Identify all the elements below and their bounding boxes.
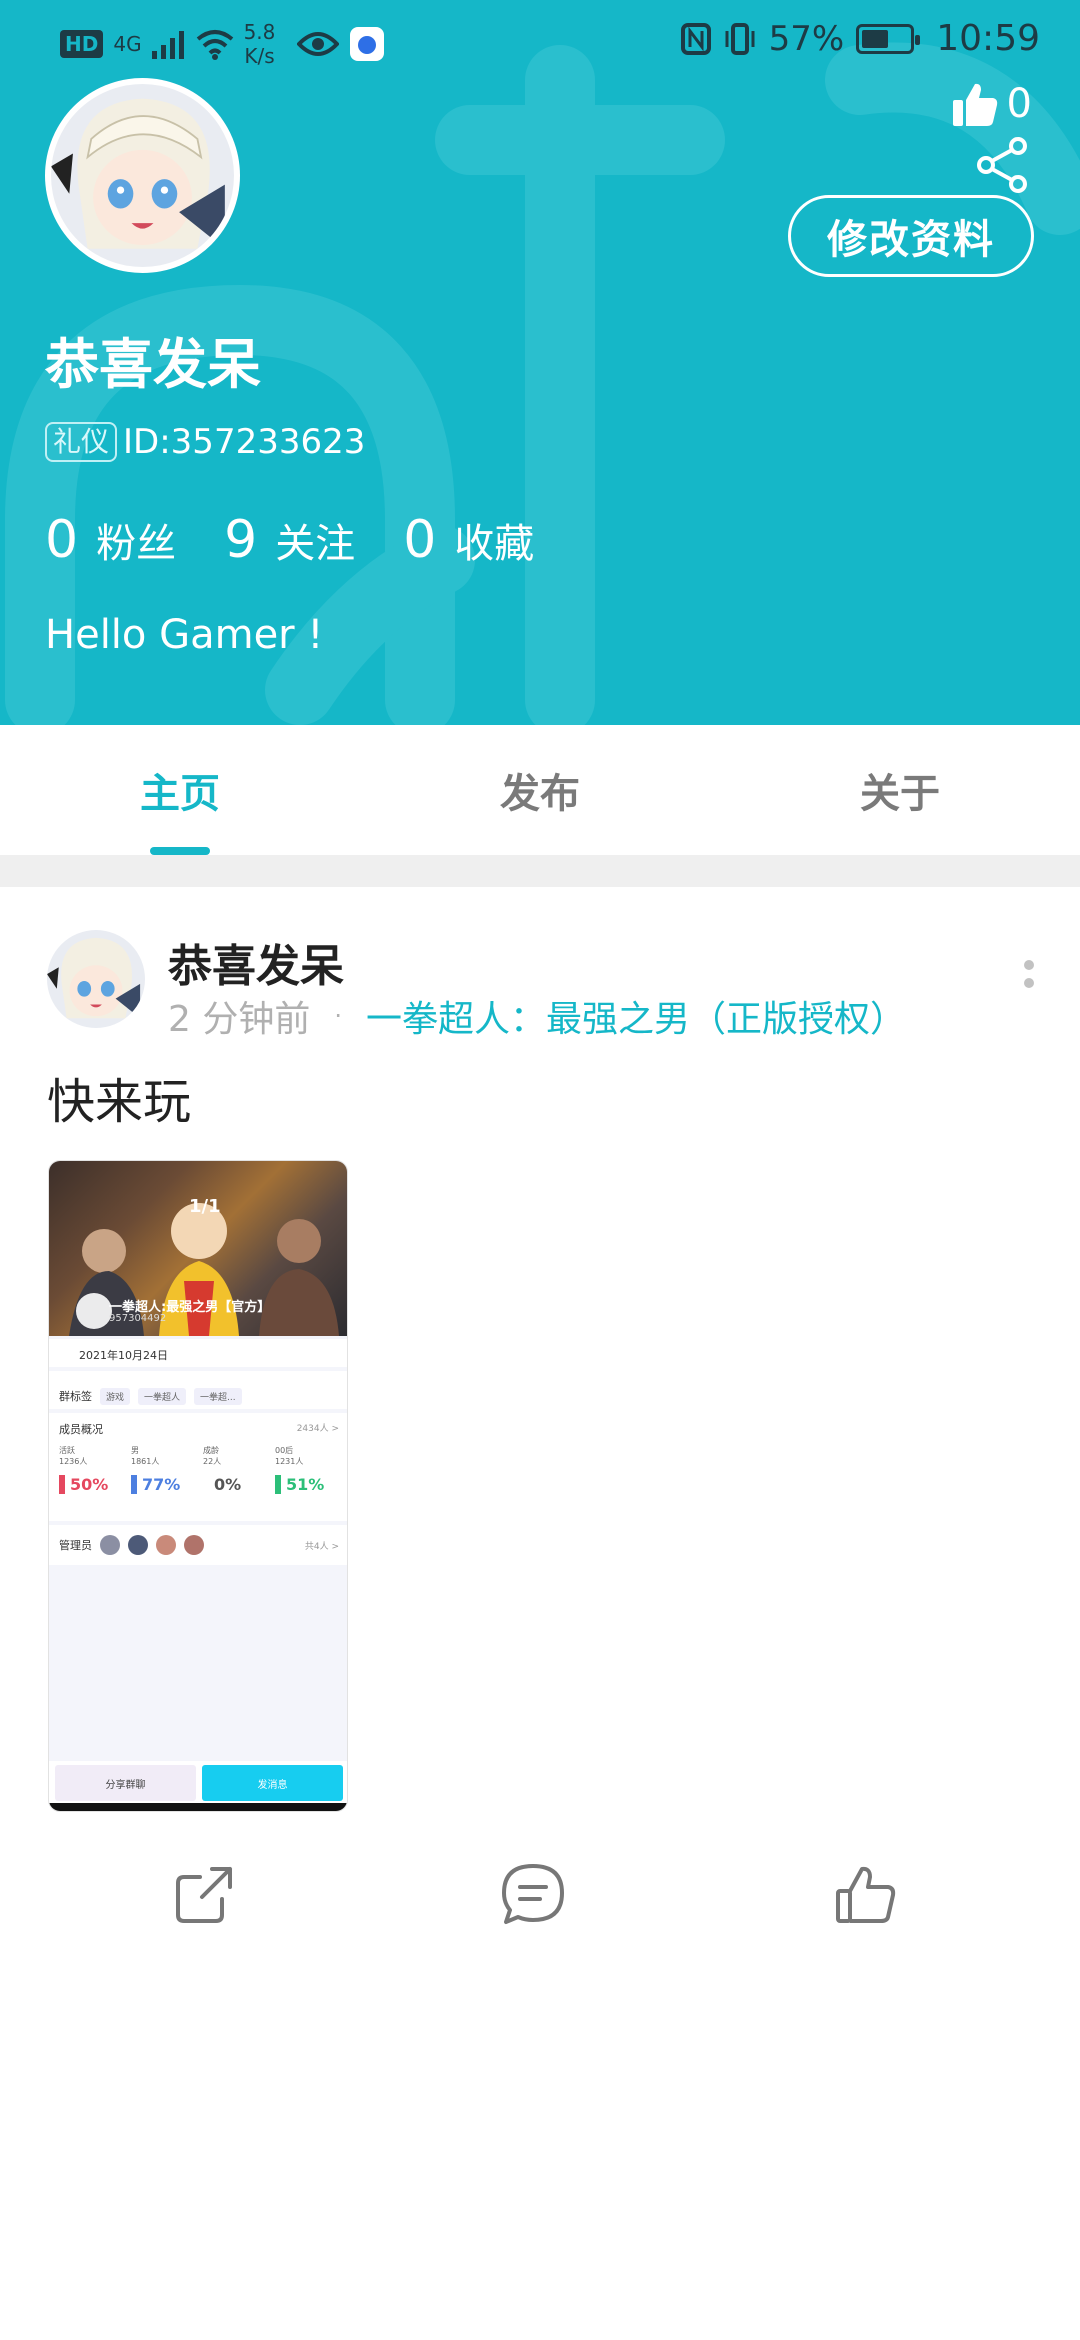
like-post-button[interactable] xyxy=(826,1855,906,1935)
tab-home[interactable]: 主页 xyxy=(0,725,360,855)
more-options-button[interactable] xyxy=(1024,960,1034,988)
member-stat: 男 1861人 77% xyxy=(131,1445,195,1494)
signal-icon xyxy=(151,31,184,59)
thumbnail-tags-row: 群标签 游戏 一拳超人 一拳超... xyxy=(49,1371,347,1409)
thumbnail-admins-row: 管理员 共4人 > xyxy=(49,1525,347,1565)
anime-avatar-image xyxy=(51,84,234,267)
profile-stats: 0 粉丝 9 关注 0 收藏 xyxy=(45,510,534,570)
stat-favorites[interactable]: 0 收藏 xyxy=(403,510,534,570)
more-dot-icon xyxy=(1024,978,1034,988)
eye-icon xyxy=(297,32,340,56)
battery-icon xyxy=(856,23,921,54)
vibrate-icon xyxy=(725,22,755,55)
thumbnail-bottom-buttons: 分享群聊 发消息 xyxy=(49,1761,347,1805)
title-badge[interactable]: 礼仪 xyxy=(45,422,118,462)
status-bar: HD 4G 5.8 K/s 57% 10:59 xyxy=(0,0,1080,80)
post-author-name[interactable]: 恭喜发呆 xyxy=(168,930,344,994)
app-notification-icon xyxy=(350,27,385,61)
post-time: 2 分钟前 xyxy=(168,999,311,1040)
hd-indicator: HD xyxy=(60,30,104,58)
wifi-icon xyxy=(196,30,233,60)
thumbnail-page-indicator: 1/1 xyxy=(189,1196,221,1217)
post-game-link[interactable]: 一拳超人：最强之男（正版授权） xyxy=(366,990,906,1042)
share-button[interactable] xyxy=(974,136,1030,198)
likes-count: 0 xyxy=(1006,81,1032,127)
thumbnail-banner: 1/1 一拳超人:最强之男【官方】 957304492 xyxy=(49,1161,347,1336)
admin-avatar xyxy=(100,1535,120,1555)
post-image-thumbnail[interactable]: 1/1 一拳超人:最强之男【官方】 957304492 2021年10月24日 … xyxy=(48,1160,348,1812)
admin-avatar xyxy=(156,1535,176,1555)
member-stat: 成龄 22人 0% xyxy=(203,1445,267,1494)
thumbnail-date-row: 2021年10月24日 xyxy=(49,1339,347,1367)
clock: 10:59 xyxy=(936,18,1040,59)
nfc-icon xyxy=(680,22,711,55)
meta-separator: · xyxy=(334,1002,342,1030)
comment-icon xyxy=(502,1864,564,1924)
profile-avatar[interactable] xyxy=(45,78,240,273)
profile-likes[interactable]: 0 xyxy=(951,80,1032,128)
tab-posts[interactable]: 发布 xyxy=(360,725,720,855)
tab-active-indicator xyxy=(150,847,210,855)
stat-following[interactable]: 9 关注 xyxy=(224,510,355,570)
admin-avatar xyxy=(128,1535,148,1555)
post-author-avatar[interactable] xyxy=(47,930,145,1028)
post-meta: 2 分钟前 · 一拳超人：最强之男（正版授权） xyxy=(168,990,906,1042)
profile-header: HD 4G 5.8 K/s 57% 10:59 0 修改资料 恭喜发呆 礼仪 I… xyxy=(0,0,1080,725)
share-external-icon xyxy=(176,1867,232,1923)
thumbnail-members-row: 成员概况 2434人 > 活跃 1236人 50% 男 1861人 77% 成龄… xyxy=(49,1413,347,1521)
network-speed: 5.8 K/s xyxy=(243,20,276,68)
section-divider xyxy=(0,855,1080,887)
battery-percent: 57% xyxy=(768,18,845,59)
edit-profile-button[interactable]: 修改资料 xyxy=(788,195,1034,277)
comment-button[interactable] xyxy=(493,1855,573,1935)
network-type: 4G xyxy=(113,32,142,56)
profile-bio: Hello Gamer ! xyxy=(45,612,324,658)
post-actions xyxy=(0,1855,1080,1935)
tab-about[interactable]: 关于 xyxy=(720,725,1080,855)
profile-tabs: 主页 发布 关于 xyxy=(0,725,1080,855)
admin-avatar xyxy=(184,1535,204,1555)
stat-fans[interactable]: 0 粉丝 xyxy=(45,510,176,570)
thumbnail-nav-bar xyxy=(49,1803,347,1811)
profile-nickname: 恭喜发呆 xyxy=(45,333,261,396)
share-icon xyxy=(977,137,1027,193)
member-stat: 00后 1231人 51% xyxy=(275,1445,339,1494)
post-text: 快来玩 xyxy=(47,1074,192,1130)
thumbnail-group-number: 957304492 xyxy=(109,1313,167,1324)
profile-id-row: 礼仪 ID:357233623 xyxy=(45,422,365,462)
more-dot-icon xyxy=(1024,960,1034,970)
share-post-button[interactable] xyxy=(164,1855,244,1935)
thumbs-up-icon xyxy=(836,1866,896,1923)
user-id: ID:357233623 xyxy=(123,422,366,462)
anime-avatar-small-image xyxy=(47,930,145,1028)
member-stat: 活跃 1236人 50% xyxy=(59,1445,123,1494)
thumbs-up-filled-icon xyxy=(952,83,997,126)
